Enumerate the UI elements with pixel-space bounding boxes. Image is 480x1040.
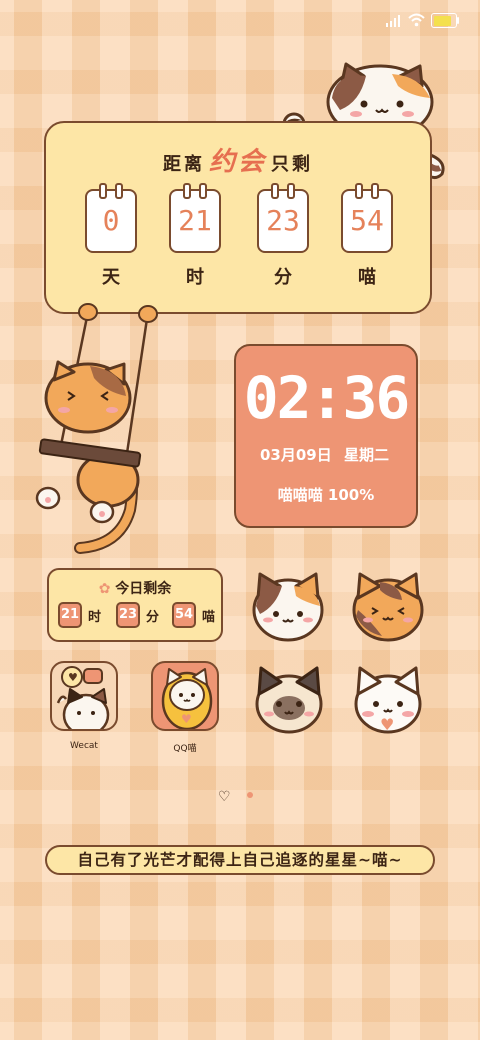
minutes-unit-label: 分 — [274, 267, 292, 288]
wifi-icon — [408, 13, 425, 27]
clock-battery-text: 喵喵喵 100% — [277, 486, 375, 504]
quote-banner: 自己有了光芒才配得上自己追逐的星星~喵~ — [45, 845, 435, 875]
days-calendar-tile: 0 — [85, 183, 137, 253]
today-minutes-box: 23 — [116, 602, 140, 628]
svg-text:♥: ♥ — [68, 671, 78, 684]
siamese-cat-app-icon[interactable] — [251, 664, 327, 734]
signal-icon — [386, 14, 402, 27]
status-bar — [0, 0, 480, 40]
calico-cat-app-icon[interactable] — [250, 570, 326, 642]
white-cat-app-icon[interactable]: ♥ — [350, 664, 426, 734]
today-seconds-box: 54 — [172, 602, 196, 628]
paw-icon: ✿ — [98, 581, 116, 597]
seconds-unit-label: 喵 — [358, 267, 376, 288]
clock-widget[interactable]: 02:36 03月09日 星期二 喵喵喵 100% — [234, 344, 418, 528]
today-hours-unit: 时 — [88, 610, 102, 625]
swing-cat-illustration — [35, 303, 158, 554]
clock-time: 02:36 — [243, 364, 411, 432]
today-remaining-title: ✿ 今日剩余 — [98, 581, 172, 597]
days-unit-label: 天 — [102, 267, 120, 288]
orange-cat-app-icon[interactable] — [350, 570, 426, 642]
countdown-widget[interactable]: 距离 约会 只剩 0 21 23 54 天 时 分 喵 — [44, 121, 432, 314]
svg-text:♥: ♥ — [380, 715, 394, 734]
clock-date: 03月09日 — [260, 446, 332, 464]
wecat-app-label[interactable]: Wecat — [34, 741, 134, 751]
hours-unit-label: 时 — [186, 267, 204, 288]
clock-weekday: 星期二 — [344, 446, 390, 464]
svg-text:♥: ♥ — [181, 712, 192, 726]
page-indicator-dot[interactable] — [247, 792, 253, 798]
minutes-calendar-tile: 23 — [257, 183, 309, 253]
today-seconds-unit: 喵 — [202, 610, 216, 625]
today-minutes-unit: 分 — [146, 610, 160, 625]
battery-icon — [431, 13, 460, 28]
page-indicator-home-icon[interactable]: ♡ — [218, 789, 231, 805]
today-remaining-widget[interactable]: ✿ 今日剩余 21 时 23 分 54 喵 — [47, 568, 223, 642]
today-hours-box: 21 — [58, 602, 82, 628]
hours-calendar-tile: 21 — [169, 183, 221, 253]
countdown-title: 距离 约会 只剩 — [162, 147, 313, 177]
qq-cat-app-icon[interactable]: ♥ — [151, 661, 219, 731]
qq-cat-app-label[interactable]: QQ喵 — [135, 741, 235, 754]
wecat-app-icon[interactable]: ♥ — [50, 661, 118, 731]
seconds-calendar-tile: 54 — [341, 183, 393, 253]
